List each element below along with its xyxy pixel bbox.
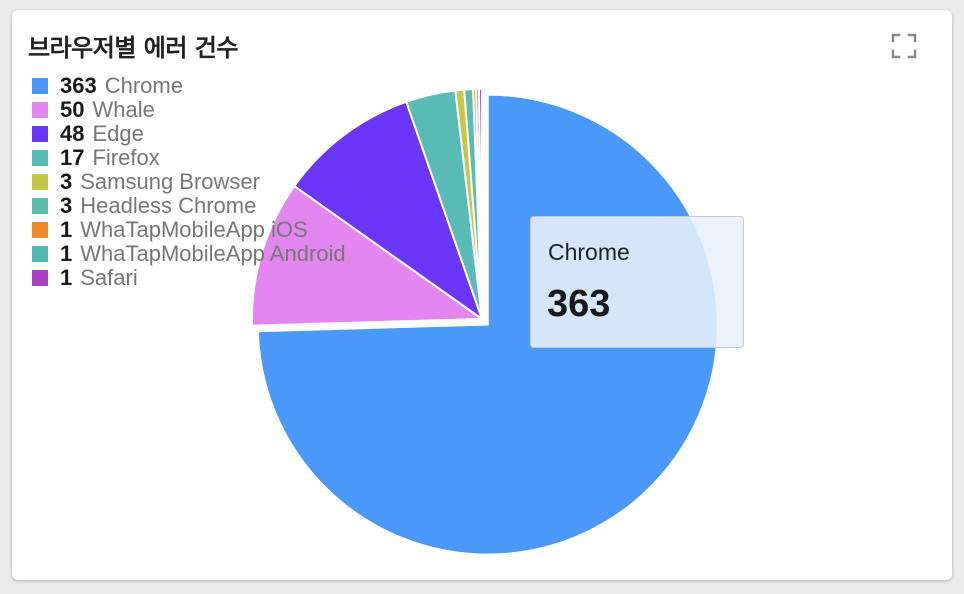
legend-count: 1 xyxy=(60,265,73,290)
legend-count: 1 xyxy=(60,241,73,266)
legend-swatch xyxy=(32,150,48,166)
legend-swatch xyxy=(32,78,48,94)
legend-count: 48 xyxy=(60,121,85,146)
legend-swatch xyxy=(32,246,48,262)
legend-swatch xyxy=(32,270,48,286)
legend-item-edge[interactable]: 48 Edge xyxy=(32,122,346,146)
legend-item-safari[interactable]: 1 Safari xyxy=(32,266,346,290)
legend-count: 3 xyxy=(60,193,73,218)
legend-item-whale[interactable]: 50 Whale xyxy=(32,98,346,122)
chart-legend: 363 Chrome 50 Whale 48 Edge 17 Firefox 3 Samsung … xyxy=(32,74,346,290)
legend-item-whatapmobileapp-ios[interactable]: 1 WhaTapMobileApp iOS xyxy=(32,218,346,242)
legend-label: Safari xyxy=(80,265,138,290)
legend-item-firefox[interactable]: 17 Firefox xyxy=(32,146,346,170)
tooltip-series-value: 363 xyxy=(547,283,611,325)
legend-label: Firefox xyxy=(92,145,160,170)
legend-swatch xyxy=(32,126,48,142)
legend-count: 1 xyxy=(60,217,73,242)
legend-item-headless-chrome[interactable]: 3 Headless Chrome xyxy=(32,194,346,218)
tooltip-series-name: Chrome xyxy=(548,239,630,265)
legend-swatch xyxy=(32,174,48,190)
legend-swatch xyxy=(32,102,48,118)
legend-swatch xyxy=(32,198,48,214)
legend-label: Samsung Browser xyxy=(80,169,260,194)
legend-label: Chrome xyxy=(104,73,183,98)
legend-label: Whale xyxy=(92,97,155,122)
legend-item-chrome[interactable]: 363 Chrome xyxy=(32,74,346,98)
legend-label: WhaTapMobileApp Android xyxy=(80,241,346,266)
legend-label: Headless Chrome xyxy=(80,193,257,218)
legend-count: 363 xyxy=(60,73,97,98)
legend-item-samsung-browser[interactable]: 3 Samsung Browser xyxy=(32,170,346,194)
chart-tooltip: Chrome 363 xyxy=(530,216,744,348)
legend-label: Edge xyxy=(92,121,144,146)
legend-label: WhaTapMobileApp iOS xyxy=(80,217,308,242)
legend-count: 17 xyxy=(60,145,85,170)
chart-card: 브라우저별 에러 건수 363 Chrome 50 Whale 48 Edge 17 Fire… xyxy=(12,10,952,580)
legend-swatch xyxy=(32,222,48,238)
legend-count: 50 xyxy=(60,97,85,122)
legend-item-whatapmobileapp-android[interactable]: 1 WhaTapMobileApp Android xyxy=(32,242,346,266)
legend-count: 3 xyxy=(60,169,73,194)
